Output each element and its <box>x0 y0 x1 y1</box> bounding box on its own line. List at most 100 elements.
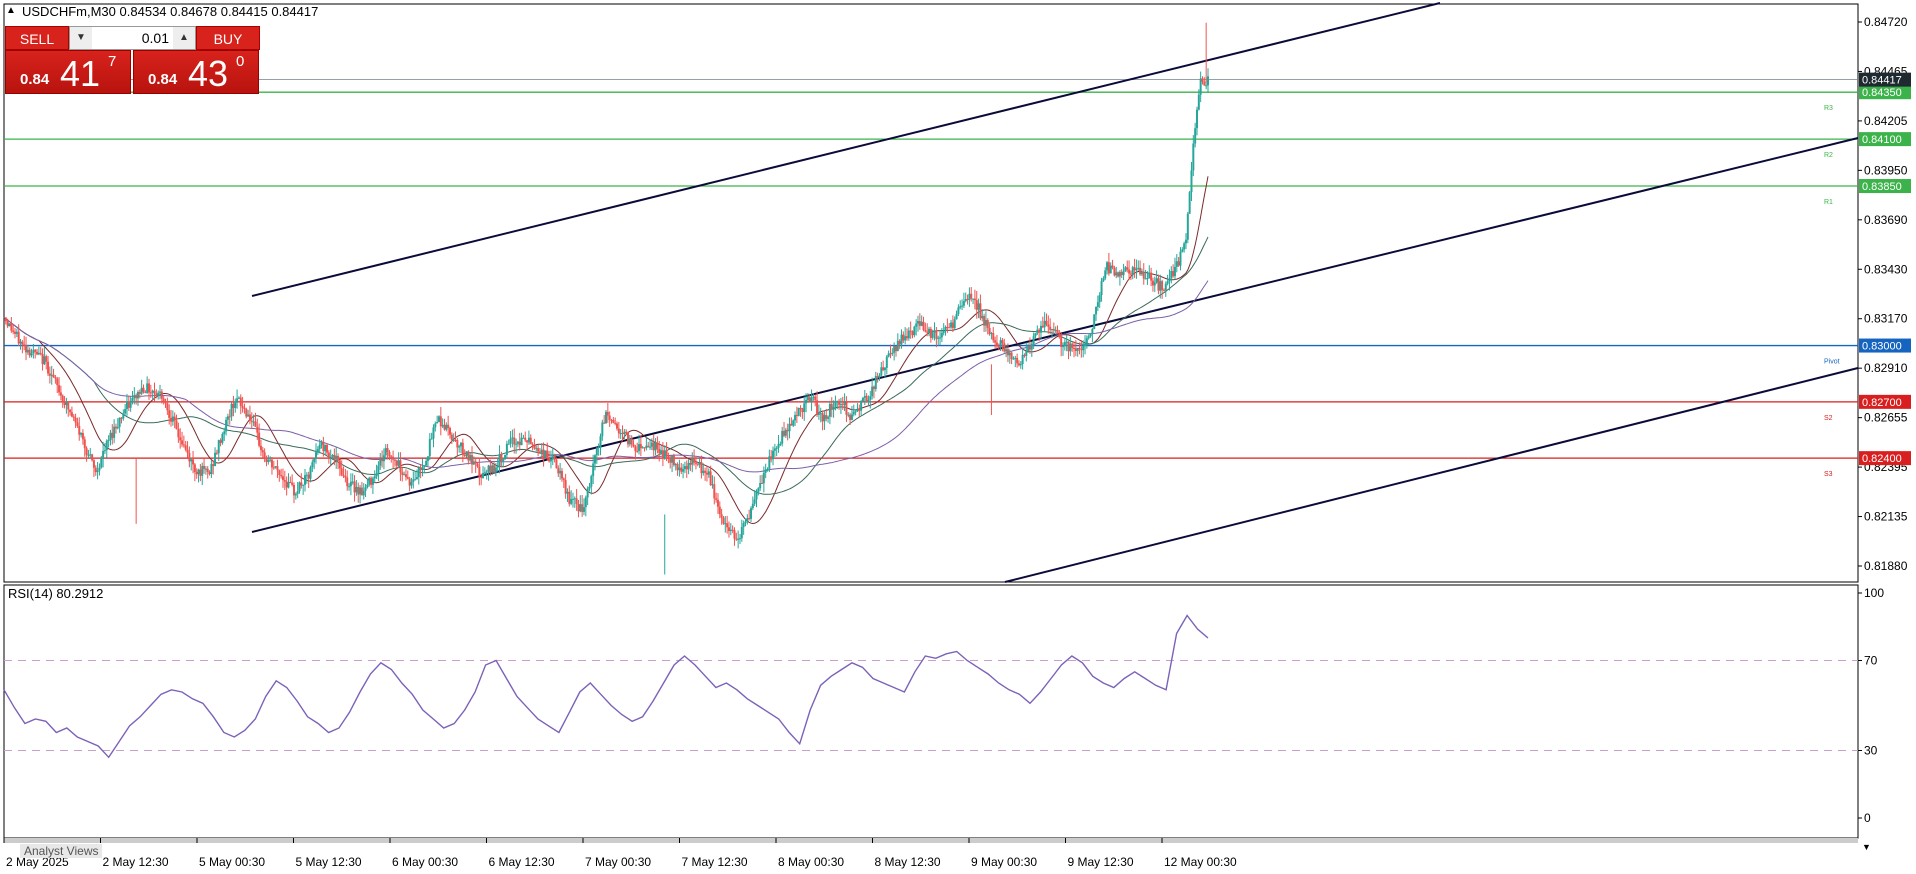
candle-body <box>215 452 218 454</box>
symbol-header: USDCHFm,M30 0.84534 0.84678 0.84415 0.84… <box>22 4 318 19</box>
sell-button[interactable]: SELL <box>5 26 69 50</box>
analyst-views-tab[interactable]: Analyst Views <box>20 844 103 858</box>
candle-body <box>549 458 552 462</box>
candle-body <box>37 352 40 355</box>
candle-body <box>437 416 440 422</box>
candle-body <box>118 417 121 427</box>
candle-body <box>1021 354 1024 364</box>
candle-body <box>911 331 914 336</box>
candle-body <box>173 416 176 421</box>
candle-body <box>487 465 490 472</box>
lot-size-field[interactable]: ▼ 0.01 ▲ <box>69 26 196 50</box>
candle-body <box>91 454 94 461</box>
candle-body <box>601 422 604 437</box>
candle-body <box>1085 338 1088 344</box>
x-tick-label: 5 May 00:30 <box>199 855 265 869</box>
candle-body <box>61 395 64 402</box>
candle-body <box>1036 329 1039 334</box>
candle-body <box>817 413 820 415</box>
candle-body <box>515 443 518 445</box>
candle-body <box>109 432 112 441</box>
candle-body <box>665 450 668 456</box>
lot-size-value[interactable]: 0.01 <box>92 27 173 49</box>
candle-body <box>672 455 675 466</box>
candle-body <box>1058 333 1061 338</box>
candle-body <box>89 454 92 456</box>
candle-body <box>505 443 508 455</box>
candle-body <box>656 442 659 449</box>
candle-body <box>197 469 200 475</box>
candle-body <box>248 414 251 421</box>
candle-body <box>56 378 59 386</box>
candle-body <box>700 462 703 474</box>
candle-body <box>893 345 896 353</box>
candle-body <box>595 447 598 456</box>
candle-body <box>122 413 125 419</box>
collapse-triangle-icon[interactable]: ▲ <box>6 5 16 16</box>
candle-body <box>885 356 888 368</box>
candle-body <box>918 321 921 326</box>
candle-body <box>1111 265 1114 268</box>
candle-body <box>443 424 446 430</box>
buy-button[interactable]: BUY <box>196 26 260 50</box>
candle-body <box>1038 329 1041 333</box>
candle-body <box>353 481 356 493</box>
candle-body <box>1150 272 1153 281</box>
candle-body <box>359 487 362 495</box>
lot-decrease-icon[interactable]: ▼ <box>70 27 92 49</box>
candle-body <box>1115 272 1118 276</box>
candle-body <box>425 460 428 466</box>
candle-body <box>513 437 516 445</box>
candle-body <box>39 352 42 354</box>
candle-body <box>582 507 585 512</box>
candle-body <box>979 303 982 319</box>
candle-body <box>502 459 505 462</box>
chart-area[interactable]: 0.84720 0.84465 0.84205 0.83950 0.83690 0.834… <box>0 0 1916 874</box>
candle-body <box>125 401 128 409</box>
candle-body <box>861 397 864 402</box>
candle-body <box>147 383 150 393</box>
lot-increase-icon[interactable]: ▲ <box>173 27 195 49</box>
candle-body <box>832 406 835 410</box>
candle-body <box>836 400 839 402</box>
candle-body <box>285 481 288 488</box>
candle-body <box>472 461 475 465</box>
candle-body <box>709 471 712 486</box>
candle-body <box>511 437 514 439</box>
candle-body <box>1089 333 1092 337</box>
candle-body <box>1006 349 1009 356</box>
candle-body <box>1043 320 1046 328</box>
candle-body <box>124 408 127 414</box>
candle-body <box>1039 325 1042 333</box>
candle-body <box>392 456 395 460</box>
candle-body <box>1151 280 1154 286</box>
candle-body <box>171 416 174 422</box>
candle-body <box>906 336 908 339</box>
candle-body <box>564 480 567 494</box>
candle-body <box>458 446 461 448</box>
candle-body <box>316 449 319 453</box>
ohlc-values: 0.84534 0.84678 0.84415 0.84417 <box>119 4 319 19</box>
buy-quote[interactable]: 0.84 43 0 <box>133 50 259 94</box>
candle-body <box>15 331 18 334</box>
candle-body <box>81 432 84 440</box>
candle-body <box>103 450 106 452</box>
candle-body <box>234 401 237 408</box>
candle-body <box>586 488 589 498</box>
candle-body <box>786 429 789 432</box>
candle-body <box>1194 128 1197 144</box>
candle-body <box>527 437 530 443</box>
sell-quote[interactable]: 0.84 41 7 <box>5 50 131 94</box>
candle-body <box>621 433 624 435</box>
candle-body <box>926 331 929 333</box>
candle-body <box>557 468 560 474</box>
candle-body <box>902 334 905 341</box>
candle-body <box>214 452 217 467</box>
candle-body <box>788 423 791 432</box>
candle-body <box>254 421 257 427</box>
candle-body <box>731 529 734 531</box>
chart-svg[interactable]: 0.847200.844650.842050.839500.836900.834… <box>0 0 1916 874</box>
candle-body <box>463 455 466 457</box>
rsi-tick-label: 100 <box>1864 586 1884 600</box>
level-price-label: 0.83850 <box>1862 181 1902 193</box>
